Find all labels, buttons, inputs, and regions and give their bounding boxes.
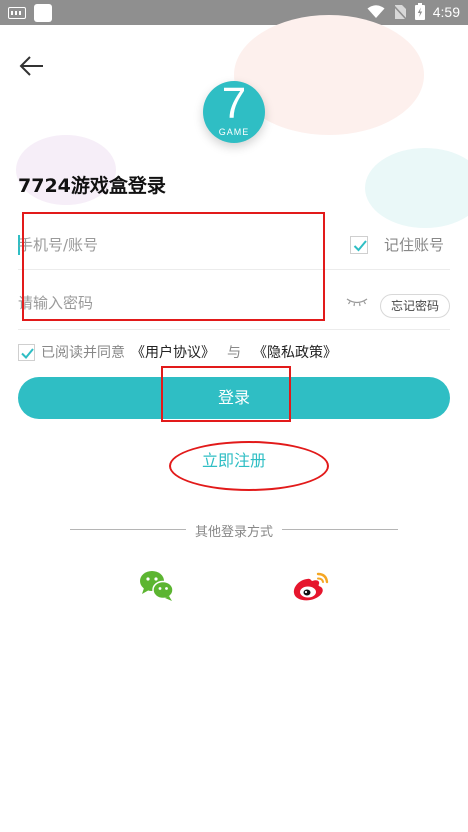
remember-label: 记住账号 — [383, 236, 444, 254]
account-input[interactable] — [18, 230, 318, 260]
account-row: 记住账号 — [18, 218, 450, 270]
agreement-row: 已阅读并同意 《用户协议》 与 《隐私政策》 — [18, 342, 337, 362]
logo-word: GAME — [218, 127, 250, 137]
login-button[interactable]: 登录 — [18, 377, 450, 419]
status-time: 4:59 — [432, 3, 460, 20]
remember-account[interactable]: 记住账号 — [349, 234, 444, 255]
password-row: 忘记密码 — [18, 276, 450, 330]
weibo-icon[interactable] — [292, 571, 330, 603]
register-link[interactable]: 立即注册 — [0, 447, 468, 471]
wifi-icon — [367, 4, 385, 18]
divider-line — [282, 529, 398, 530]
forgot-password-button[interactable]: 忘记密码 — [379, 294, 450, 318]
remember-checkbox[interactable] — [349, 235, 368, 254]
status-bar-left — [8, 4, 52, 22]
password-input[interactable] — [18, 288, 318, 318]
agreement-checkbox[interactable] — [18, 343, 35, 361]
no-sim-icon — [393, 4, 407, 20]
logo-number: 7 — [221, 79, 247, 128]
status-bar: 4:59 — [0, 0, 468, 25]
wechat-icon[interactable] — [139, 570, 175, 602]
agreement-text: 已阅读并同意 — [41, 345, 125, 361]
privacy-policy-link[interactable]: 《隐私政策》 — [253, 342, 337, 362]
notification-icon — [34, 4, 52, 22]
back-arrow-icon[interactable] — [18, 52, 46, 80]
checkmark-icon — [353, 239, 367, 251]
agreement-and: 与 — [227, 345, 241, 361]
other-login-divider: 其他登录方式 — [70, 519, 398, 540]
checkmark-icon — [21, 347, 34, 359]
user-agreement-link[interactable]: 《用户协议》 — [131, 342, 215, 362]
status-bar-right: 4:59 — [367, 3, 460, 20]
background-blob — [365, 148, 468, 228]
other-login-label: 其他登录方式 — [194, 525, 273, 540]
app-logo: 7 GAME — [203, 79, 265, 143]
battery-icon — [414, 3, 425, 20]
keyboard-icon — [8, 7, 26, 19]
eye-closed-icon[interactable] — [346, 296, 368, 308]
page-title: 7724游戏盒登录 — [18, 175, 166, 197]
